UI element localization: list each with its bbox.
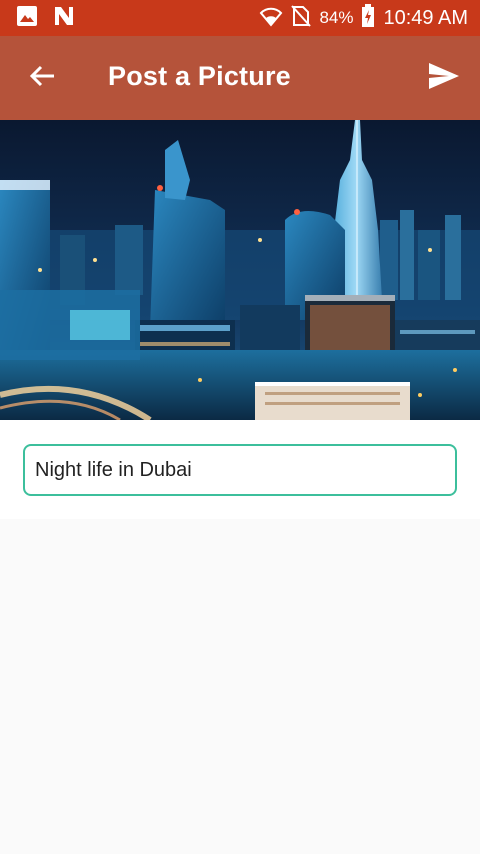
status-bar: 84% 10:49 AM — [0, 0, 480, 36]
page-title: Post a Picture — [108, 61, 291, 91]
send-icon — [428, 62, 460, 95]
status-left-icons — [16, 4, 76, 33]
post-image — [0, 120, 480, 420]
arrow-back-icon — [28, 64, 56, 93]
status-right-icons: 84% 10:49 AM — [259, 3, 468, 33]
app-bar: Post a Picture — [0, 36, 480, 120]
clock: 10:49 AM — [383, 6, 468, 29]
caption-card — [0, 420, 480, 519]
send-button[interactable] — [424, 60, 464, 96]
no-sim-icon — [291, 4, 312, 33]
caption-input[interactable] — [23, 444, 457, 496]
back-button[interactable] — [22, 62, 62, 94]
image-icon — [16, 5, 38, 32]
wifi-icon — [259, 5, 283, 32]
n-logo-icon — [52, 4, 76, 33]
battery-charging-icon — [361, 3, 375, 33]
battery-percentage: 84% — [319, 8, 354, 27]
